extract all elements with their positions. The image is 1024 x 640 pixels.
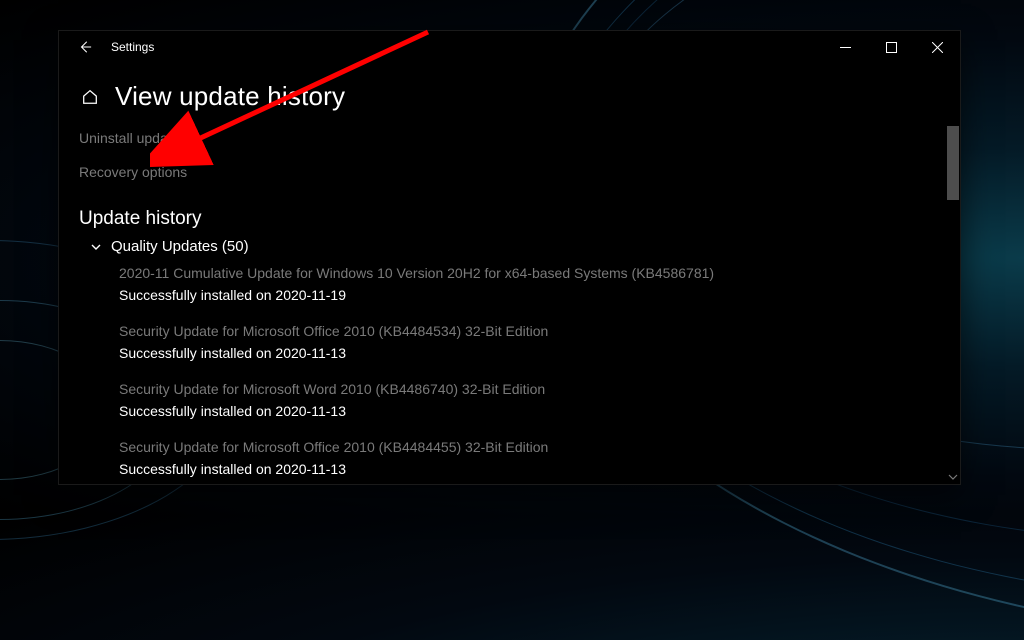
content-area: Uninstall updates Recovery options Updat… xyxy=(59,126,960,484)
settings-window: Settings View update history Uninstall u… xyxy=(58,30,961,485)
titlebar: Settings xyxy=(59,31,960,63)
group-quality-updates[interactable]: Quality Updates (50) xyxy=(79,236,940,261)
scrollbar[interactable] xyxy=(946,126,960,484)
update-title[interactable]: 2020-11 Cumulative Update for Windows 10… xyxy=(119,265,940,287)
page-title: View update history xyxy=(115,81,345,112)
update-item: Security Update for Microsoft Word 2010 … xyxy=(79,377,940,435)
scrollbar-thumb[interactable] xyxy=(947,126,959,200)
update-status: Successfully installed on 2020-11-13 xyxy=(119,461,940,484)
update-status: Successfully installed on 2020-11-13 xyxy=(119,345,940,375)
update-title[interactable]: Security Update for Microsoft Office 201… xyxy=(119,439,940,461)
update-title[interactable]: Security Update for Microsoft Office 201… xyxy=(119,323,940,345)
scroll-down-icon[interactable] xyxy=(946,470,960,484)
section-title-update-history: Update history xyxy=(79,194,940,236)
home-icon[interactable] xyxy=(79,86,101,108)
close-button[interactable] xyxy=(914,31,960,63)
minimize-button[interactable] xyxy=(822,31,868,63)
recovery-options-link[interactable]: Recovery options xyxy=(79,160,940,194)
group-label: Quality Updates (50) xyxy=(111,238,249,255)
uninstall-updates-link[interactable]: Uninstall updates xyxy=(79,126,940,160)
page-header: View update history xyxy=(59,63,960,126)
update-status: Successfully installed on 2020-11-13 xyxy=(119,403,940,433)
update-item: 2020-11 Cumulative Update for Windows 10… xyxy=(79,261,940,319)
update-item: Security Update for Microsoft Office 201… xyxy=(79,435,940,484)
update-item: Security Update for Microsoft Office 201… xyxy=(79,319,940,377)
back-button[interactable] xyxy=(65,31,105,63)
chevron-down-icon xyxy=(89,240,103,254)
app-title: Settings xyxy=(105,40,154,54)
update-status: Successfully installed on 2020-11-19 xyxy=(119,287,940,317)
maximize-button[interactable] xyxy=(868,31,914,63)
update-title[interactable]: Security Update for Microsoft Word 2010 … xyxy=(119,381,940,403)
